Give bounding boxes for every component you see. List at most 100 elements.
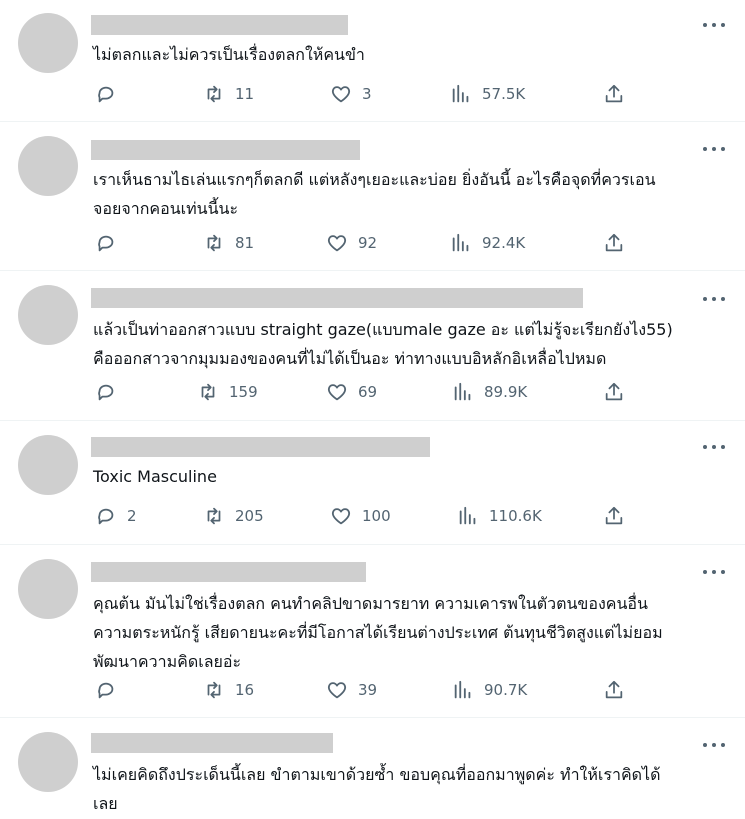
like-button[interactable]: 92: [326, 231, 377, 255]
avatar[interactable]: [18, 732, 78, 792]
avatar[interactable]: [18, 435, 78, 495]
repost-icon: [201, 383, 215, 401]
redacted-username[interactable]: [91, 562, 366, 582]
like-button[interactable]: 69: [326, 380, 377, 404]
more-icon[interactable]: [703, 139, 725, 159]
post-text: คุณต้น มันไม่ใช่เรื่องตลก คนทำคลิปขาดมาร…: [93, 594, 663, 671]
views-count: 57.5K: [482, 85, 526, 103]
reply-icon: [98, 384, 114, 401]
share-icon: [605, 382, 623, 401]
post-text: เราเห็นธามไธเล่นแรกๆก็ตลกดี แต่หลังๆเยอะ…: [93, 170, 656, 218]
redacted-username[interactable]: [91, 733, 333, 753]
reply-button[interactable]: [95, 678, 127, 702]
action-bar: 81 92 92.4K: [95, 231, 727, 255]
share-icon: [605, 680, 623, 699]
post-text: แล้วเป็นท่าออกสาวแบบ straight gaze(แบบma…: [93, 320, 673, 368]
reply-button[interactable]: [95, 82, 127, 106]
post[interactable]: ไม่ตลกและไม่ควรเป็นเรื่องตลกให้คนขำ 11 3…: [0, 0, 745, 122]
heart-icon: [331, 86, 351, 103]
views-icon: [454, 680, 471, 699]
repost-count: 205: [235, 507, 264, 525]
post[interactable]: เราเห็นธามไธเล่นแรกๆก็ตลกดี แต่หลังๆเยอะ…: [0, 122, 745, 271]
avatar[interactable]: [18, 13, 78, 73]
repost-button[interactable]: 159: [197, 380, 258, 404]
avatar[interactable]: [18, 559, 78, 619]
redacted-username[interactable]: [91, 140, 360, 160]
repost-icon: [207, 85, 221, 103]
repost-button[interactable]: 81: [203, 231, 254, 255]
action-bar: 16 39 90.7K: [95, 678, 727, 702]
share-button[interactable]: [603, 678, 625, 702]
views-button[interactable]: 89.9K: [452, 380, 527, 404]
heart-icon: [327, 384, 347, 401]
repost-icon: [207, 234, 221, 252]
repost-button[interactable]: 11: [203, 82, 254, 106]
redacted-username[interactable]: [91, 437, 430, 457]
more-icon[interactable]: [703, 437, 725, 457]
like-count: 39: [358, 681, 378, 699]
post-text: Toxic Masculine: [93, 467, 217, 486]
repost-icon: [207, 507, 221, 525]
reply-button[interactable]: 2: [95, 504, 137, 528]
views-count: 92.4K: [482, 234, 526, 252]
reply-button[interactable]: [95, 231, 127, 255]
avatar[interactable]: [18, 285, 78, 345]
views-button[interactable]: 57.5K: [450, 82, 525, 106]
share-icon: [605, 506, 623, 525]
heart-icon: [327, 682, 347, 699]
post[interactable]: ไม่เคยคิดถึงประเด็นนี้เลย ขำตามเขาด้วยซ้…: [0, 718, 745, 819]
reply-icon: [98, 508, 114, 525]
views-icon: [452, 84, 469, 103]
like-button[interactable]: 100: [330, 504, 391, 528]
like-button[interactable]: 39: [326, 678, 377, 702]
views-count: 89.9K: [484, 383, 528, 401]
share-button[interactable]: [603, 231, 625, 255]
avatar[interactable]: [18, 136, 78, 196]
views-button[interactable]: 110.6K: [457, 504, 542, 528]
more-icon[interactable]: [703, 562, 725, 582]
views-icon: [454, 382, 471, 401]
like-count: 100: [362, 507, 391, 525]
action-bar: 2 205 100 110.6K: [95, 504, 727, 528]
redacted-username[interactable]: [91, 288, 583, 308]
repost-icon: [207, 681, 221, 699]
more-icon[interactable]: [703, 15, 725, 35]
post-text: ไม่ตลกและไม่ควรเป็นเรื่องตลกให้คนขำ: [93, 45, 365, 64]
views-icon: [459, 506, 476, 525]
reply-count: 2: [127, 507, 137, 525]
heart-icon: [331, 508, 351, 525]
like-count: 92: [358, 234, 378, 252]
repost-count: 11: [235, 85, 255, 103]
post[interactable]: แล้วเป็นท่าออกสาวแบบ straight gaze(แบบma…: [0, 271, 745, 421]
share-button[interactable]: [603, 380, 625, 404]
more-icon[interactable]: [703, 289, 725, 309]
views-count: 90.7K: [484, 681, 528, 699]
share-icon: [605, 84, 623, 103]
repost-button[interactable]: 205: [203, 504, 264, 528]
views-count: 110.6K: [489, 507, 542, 525]
redacted-username[interactable]: [91, 15, 348, 35]
repost-count: 16: [235, 681, 255, 699]
action-bar: 159 69 89.9K: [95, 380, 727, 404]
repost-button[interactable]: 16: [203, 678, 254, 702]
views-button[interactable]: 92.4K: [450, 231, 525, 255]
reply-icon: [98, 682, 114, 699]
share-button[interactable]: [603, 82, 625, 106]
more-icon[interactable]: [703, 735, 725, 755]
views-button[interactable]: 90.7K: [452, 678, 527, 702]
reply-icon: [98, 235, 114, 252]
views-icon: [452, 233, 469, 252]
post[interactable]: คุณต้น มันไม่ใช่เรื่องตลก คนทำคลิปขาดมาร…: [0, 545, 745, 718]
repost-count: 159: [229, 383, 258, 401]
share-button[interactable]: [603, 504, 625, 528]
reply-icon: [98, 86, 114, 103]
post[interactable]: Toxic Masculine 2 205 100 110.6K: [0, 421, 745, 545]
like-button[interactable]: 3: [330, 82, 372, 106]
heart-icon: [327, 235, 347, 252]
repost-count: 81: [235, 234, 255, 252]
reply-button[interactable]: [95, 380, 127, 404]
post-text: ไม่เคยคิดถึงประเด็นนี้เลย ขำตามเขาด้วยซ้…: [93, 765, 661, 813]
like-count: 69: [358, 383, 378, 401]
share-icon: [605, 233, 623, 252]
like-count: 3: [362, 85, 372, 103]
